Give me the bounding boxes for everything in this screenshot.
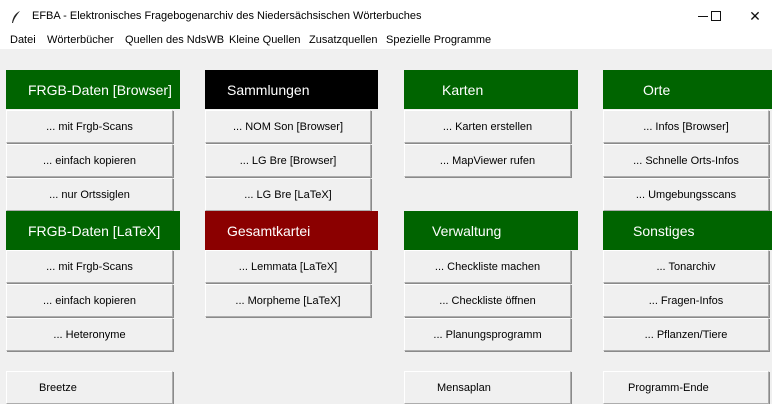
menu-woerterbuecher[interactable]: Wörterbücher <box>47 34 114 46</box>
karten-erstellen-button[interactable]: ... Karten erstellen <box>404 110 571 143</box>
header-frgb-latex: FRGB-Daten [LaTeX] <box>6 211 180 250</box>
maximize-icon <box>711 11 721 21</box>
window-title: EFBA - Elektronisches Fragebogenarchiv d… <box>32 10 422 22</box>
orte-infos-browser-button[interactable]: ... Infos [Browser] <box>603 110 769 143</box>
programm-ende-button[interactable]: Programm-Ende <box>603 371 769 404</box>
menu-quellen-ndswb[interactable]: Quellen des NdsWB <box>125 34 224 46</box>
frgb-latex-mit-scans-button[interactable]: ... mit Frgb-Scans <box>6 250 173 283</box>
mensaplan-button[interactable]: Mensaplan <box>404 371 571 404</box>
header-karten: Karten <box>404 70 578 109</box>
gesamtkartei-morpheme-button[interactable]: ... Morpheme [LaTeX] <box>205 284 371 317</box>
header-sonstiges: Sonstiges <box>603 211 772 250</box>
breetze-button[interactable]: Breetze <box>6 371 173 404</box>
tonarchiv-button[interactable]: ... Tonarchiv <box>603 250 769 283</box>
menu-zusatzquellen[interactable]: Zusatzquellen <box>309 34 378 46</box>
mapviewer-rufen-button[interactable]: ... MapViewer rufen <box>404 144 571 177</box>
orte-schnelle-infos-button[interactable]: ... Schnelle Orts-Infos <box>603 144 769 177</box>
menu-spezielle-programme[interactable]: Spezielle Programme <box>386 34 491 46</box>
header-sammlungen: Sammlungen <box>205 70 378 109</box>
frgb-latex-heteronyme-button[interactable]: ... Heteronyme <box>6 318 173 351</box>
header-gesamtkartei: Gesamtkartei <box>205 211 378 250</box>
header-frgb-browser: FRGB-Daten [Browser] <box>6 70 180 109</box>
pflanzen-tiere-button[interactable]: ... Pflanzen/Tiere <box>603 318 769 351</box>
frgb-latex-einfach-kopieren-button[interactable]: ... einfach kopieren <box>6 284 173 317</box>
orte-umgebungsscans-button[interactable]: ... Umgebungsscans <box>603 178 769 211</box>
menu-datei[interactable]: Datei <box>10 34 36 46</box>
title-bar: EFBA - Elektronisches Fragebogenarchiv d… <box>0 0 772 33</box>
menu-kleine-quellen[interactable]: Kleine Quellen <box>229 34 301 46</box>
gesamtkartei-lemmata-button[interactable]: ... Lemmata [LaTeX] <box>205 250 371 283</box>
close-button[interactable]: ✕ <box>732 0 772 32</box>
frgb-browser-mit-scans-button[interactable]: ... mit Frgb-Scans <box>6 110 173 143</box>
header-orte: Orte <box>603 70 772 109</box>
close-icon: ✕ <box>749 7 761 24</box>
feather-icon <box>12 11 20 23</box>
sammlungen-nom-son-button[interactable]: ... NOM Son [Browser] <box>205 110 371 143</box>
fragen-infos-button[interactable]: ... Fragen-Infos <box>603 284 769 317</box>
sammlungen-lg-bre-latex-button[interactable]: ... LG Bre [LaTeX] <box>205 178 371 211</box>
frgb-browser-einfach-kopieren-button[interactable]: ... einfach kopieren <box>6 144 173 177</box>
planungsprogramm-button[interactable]: ... Planungsprogramm <box>404 318 571 351</box>
header-verwaltung: Verwaltung <box>404 211 578 250</box>
frgb-browser-nur-ortssiglen-button[interactable]: ... nur Ortssiglen <box>6 178 173 211</box>
main-panel: FRGB-Daten [Browser] Sammlungen Karten O… <box>0 49 772 404</box>
sammlungen-lg-bre-browser-button[interactable]: ... LG Bre [Browser] <box>205 144 371 177</box>
checkliste-oeffnen-button[interactable]: ... Checkliste öffnen <box>404 284 571 317</box>
menu-bar: Datei Wörterbücher Quellen des NdsWB Kle… <box>0 33 772 49</box>
checkliste-machen-button[interactable]: ... Checkliste machen <box>404 250 571 283</box>
